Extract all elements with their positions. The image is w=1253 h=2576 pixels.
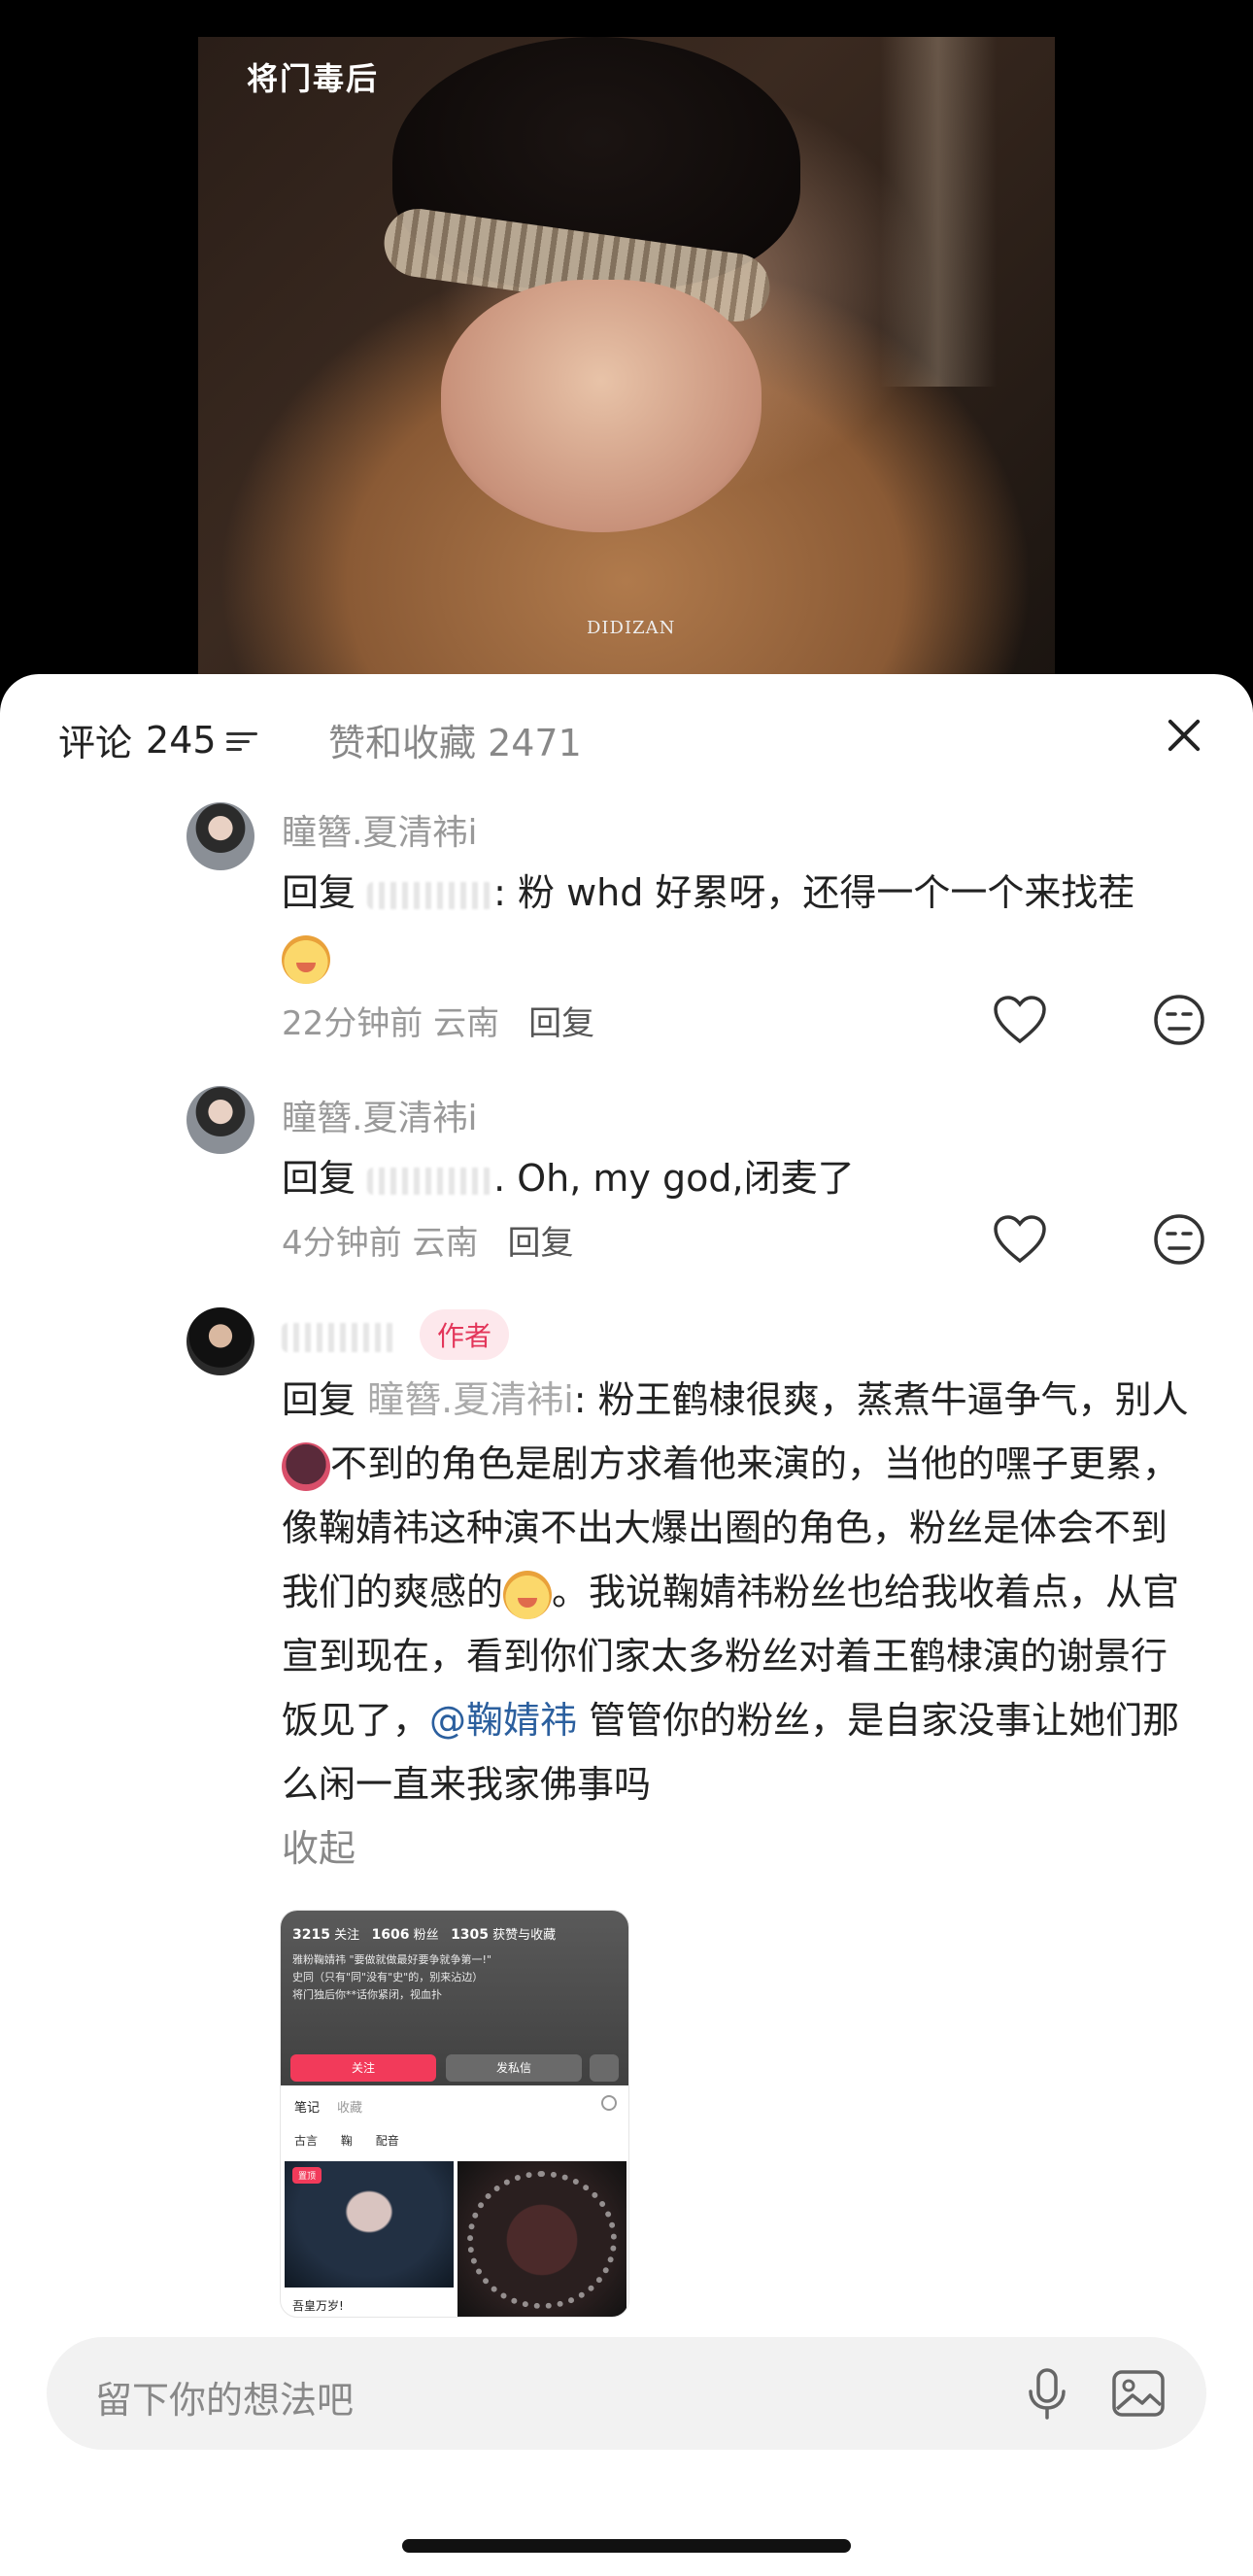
comment-username[interactable]: 瞳簪.夏清袆i — [282, 804, 477, 855]
dislike-face-icon[interactable] — [1152, 1212, 1206, 1267]
tab-collect: 收藏 — [337, 2101, 363, 2116]
video-player[interactable]: 将门毒后 DIDIZAN — [0, 0, 1253, 699]
blurred-username — [367, 1167, 494, 1195]
profile-tags: 古言 鞠 配音 — [294, 2132, 419, 2149]
avatar[interactable] — [186, 802, 254, 870]
tag-item: 配音 — [375, 2134, 399, 2148]
bio-line: 史同（只有"同"没有"史"的，别来沾边） — [292, 1971, 484, 1983]
video-subtitle: DIDIZAN — [587, 618, 676, 638]
sort-filter-icon[interactable] — [225, 727, 259, 754]
heart-icon[interactable] — [993, 995, 1047, 1045]
message-button: 发私信 — [446, 2054, 582, 2082]
tab-likes-collections[interactable]: 赞和收藏 2471 — [328, 713, 582, 766]
microphone-icon[interactable] — [1018, 2364, 1076, 2423]
follow-button: 关注 — [290, 2054, 436, 2082]
reply-target-username[interactable]: 瞳簪.夏清袆i — [367, 1378, 574, 1421]
comment-meta: 22分钟前 云南 回复 — [282, 997, 594, 1044]
mention-link[interactable]: @鞠婧祎 — [429, 1699, 577, 1742]
close-icon[interactable] — [1158, 709, 1210, 762]
reply-button[interactable]: 回复 — [528, 1004, 594, 1043]
video-figure-face — [441, 280, 762, 532]
note-caption: 吾皇万岁! — [292, 2299, 344, 2313]
comment-meta: 4分钟前 云南 回复 — [282, 1216, 573, 1264]
profile-tabs: 笔记 收藏 — [294, 2097, 362, 2116]
comment-text[interactable]: 回复 . Oh, my god,闭麦了 — [282, 1146, 1195, 1210]
heart-icon[interactable] — [993, 1214, 1047, 1265]
comment-body: : 粉 whd 好累呀，还得一个一个来找茬 — [493, 871, 1135, 914]
person-icon — [590, 2054, 619, 2082]
reply-prefix: 回复 — [282, 871, 356, 914]
comment-body: . Oh, my god,闭麦了 — [493, 1157, 855, 1200]
tongue-emoji-icon — [282, 1441, 330, 1491]
video-light — [880, 37, 997, 387]
video-watermark: 将门毒后 — [247, 60, 380, 97]
comment-sheet: 评论 245 赞和收藏 2471 瞳簪.夏清袆i 回复 : 粉 whd 好累呀，… — [0, 674, 1253, 2576]
bio-line: 雅粉鞠婧祎 "要做就做最好要争就争第一!" — [292, 1953, 492, 1966]
home-indicator — [402, 2539, 851, 2553]
comment-body-a: : 粉王鹤棣很爽，蒸煮牛逼争气，别人 — [573, 1378, 1189, 1421]
tab-comments[interactable]: 评论 245 — [58, 713, 259, 766]
bio-line: 将门独后你**话你紧闭，视血扑 — [292, 1988, 442, 2001]
stat-followers-count: 1606 — [371, 1927, 410, 1943]
blurred-username — [282, 1323, 398, 1352]
comment-time-location: 4分钟前 云南 — [282, 1224, 479, 1263]
comment-image-attachment[interactable]: 3215 关注 1606 粉丝 1305 获赞与收藏 雅粉鞠婧祎 "要做就做最好… — [280, 1910, 629, 2318]
profile-stats: 3215 关注 1606 粉丝 1305 获赞与收藏 — [292, 1924, 556, 1943]
cute-emoji-icon — [282, 934, 330, 984]
comment-time-location: 22分钟前 云南 — [282, 1004, 500, 1043]
blurred-username — [367, 881, 494, 909]
collapse-button[interactable]: 收起 — [282, 1827, 356, 1870]
comment-text[interactable]: 回复 瞳簪.夏清袆i: 粉王鹤棣很爽，蒸煮牛逼争气，别人不到的角色是剧方求着他来… — [282, 1368, 1195, 1881]
tag-item: 古言 — [294, 2134, 319, 2148]
pinned-badge: 置顶 — [292, 2167, 322, 2184]
comment-text[interactable]: 回复 : 粉 whd 好累呀，还得一个一个来找茬 — [282, 861, 1195, 989]
profile-header: 3215 关注 1606 粉丝 1305 获赞与收藏 雅粉鞠婧祎 "要做就做最好… — [281, 1911, 628, 2085]
author-badge: 作者 — [420, 1309, 510, 1360]
reply-prefix: 回复 — [282, 1157, 356, 1200]
stat-following-label: 关注 — [334, 1928, 360, 1943]
tab-notes: 笔记 — [294, 2101, 321, 2116]
reply-button[interactable]: 回复 — [507, 1224, 573, 1263]
note-thumbnail: 置顶 — [285, 2161, 454, 2288]
tab-comments-count: 245 — [146, 718, 217, 762]
comment-input[interactable]: 留下你的想法吧 — [95, 2370, 354, 2423]
note-thumbnail — [457, 2161, 626, 2317]
stat-likes-count: 1305 — [451, 1927, 490, 1943]
tag-item: 鞠 — [340, 2134, 353, 2148]
image-icon[interactable] — [1109, 2364, 1168, 2423]
tab-comments-label: 评论 — [58, 722, 133, 764]
search-icon — [601, 2095, 617, 2111]
stat-following-count: 3215 — [292, 1927, 330, 1943]
cute-emoji-icon — [503, 1570, 553, 1619]
comment-input-bar[interactable]: 留下你的想法吧 — [47, 2337, 1206, 2450]
profile-bio: 雅粉鞠婧祎 "要做就做最好要争就争第一!" 史同（只有"同"没有"史"的，别来沾… — [292, 1951, 613, 2004]
stat-followers-label: 粉丝 — [413, 1928, 439, 1943]
avatar[interactable] — [186, 1307, 254, 1375]
video-frame[interactable]: 将门毒后 DIDIZAN — [198, 37, 1055, 699]
reply-prefix: 回复 — [282, 1378, 356, 1421]
dislike-face-icon[interactable] — [1152, 993, 1206, 1047]
sheet-header: 评论 245 赞和收藏 2471 — [0, 674, 1253, 800]
stat-likes-label: 获赞与收藏 — [492, 1928, 557, 1943]
comment-username[interactable]: 瞳簪.夏清袆i — [282, 1090, 477, 1140]
avatar[interactable] — [186, 1086, 254, 1154]
